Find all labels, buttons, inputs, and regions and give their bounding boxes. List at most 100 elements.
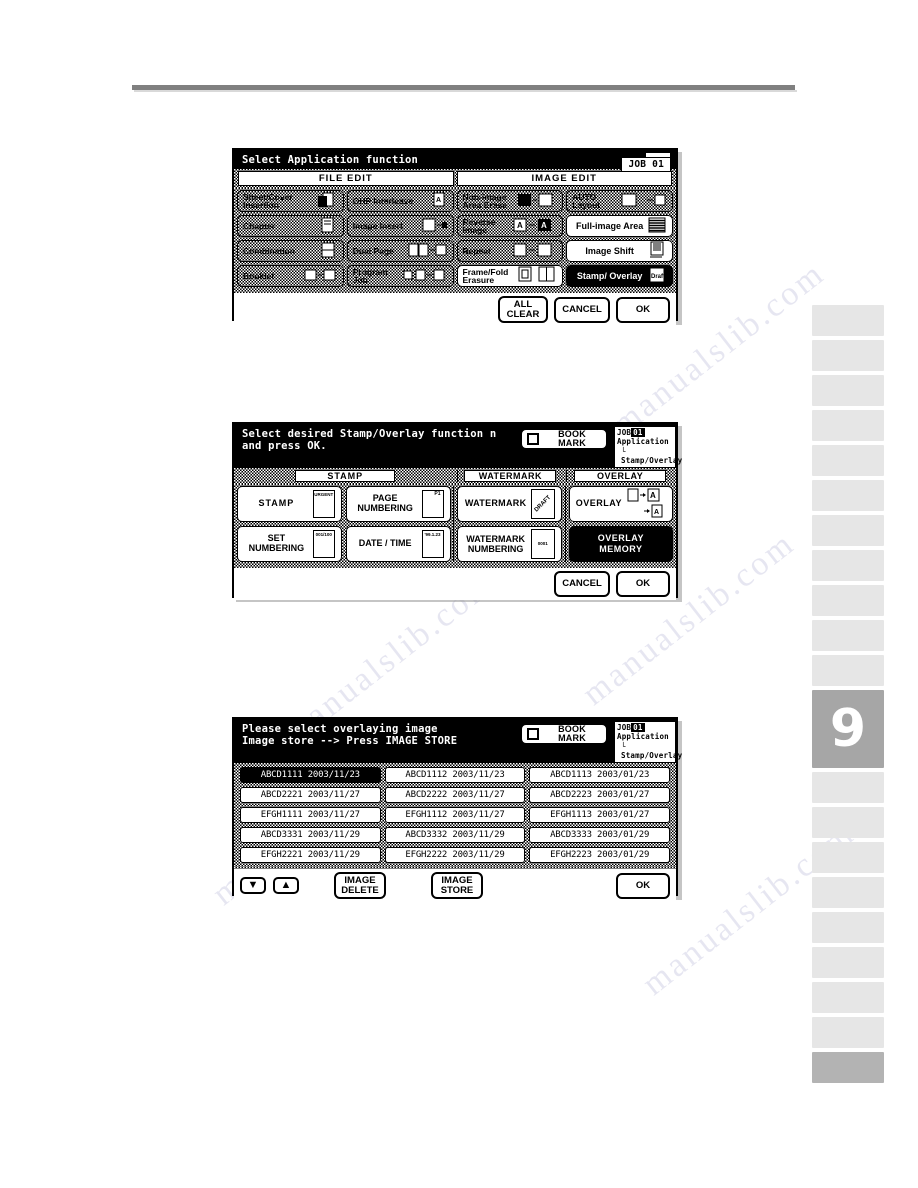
job-status-box: JOB 01 Application └ Stamp/Overlay (614, 426, 683, 468)
watermark-preview-card: DRAFT (530, 489, 555, 519)
chapter-button[interactable]: Chapter (237, 215, 344, 237)
booklet-icon (304, 267, 338, 285)
booklet-button[interactable]: Booklet (237, 265, 344, 287)
list-item[interactable]: ABCD2221 2003/11/27 (240, 787, 381, 803)
cancel-button[interactable]: CANCEL (554, 296, 610, 323)
chapter-tab (812, 375, 884, 406)
combination-button[interactable]: Combination (237, 240, 344, 262)
panel1-titlebar: Select Application function JOB 01 (234, 150, 676, 172)
button-label: SET NUMBERING (248, 533, 305, 553)
ok-button[interactable]: OK (616, 571, 670, 597)
list-item[interactable]: ABCD1113 2003/01/23 (529, 767, 670, 783)
ok-button[interactable]: OK (616, 872, 670, 899)
list-item[interactable]: ABCD3332 2003/11/29 (384, 827, 526, 843)
chapter-tab (812, 772, 884, 803)
list-item[interactable]: EFGH1112 2003/11/27 (384, 807, 526, 823)
tab-file-edit[interactable]: FILE EDIT (238, 171, 454, 186)
set-numbering-preview-card: 001/100 (312, 530, 335, 558)
watermark-button[interactable]: WATERMARK DRAFT (457, 486, 562, 522)
breadcrumb-line1: Application (617, 732, 669, 742)
ok-button[interactable]: OK (616, 296, 670, 323)
svg-text:A: A (654, 509, 659, 516)
svg-text:A: A (541, 221, 547, 230)
scroll-down-button[interactable]: ▼ (240, 877, 266, 895)
non-image-area-erase-button[interactable]: Non-image Area Erase (456, 190, 564, 212)
panel1-title: Select Application function (242, 154, 419, 166)
job-badge-number: 01 (631, 428, 645, 437)
sheet-cover-insertion-button[interactable]: Sheet/Cover Insertion (237, 190, 344, 212)
tab-overlay[interactable]: OVERLAY (574, 470, 667, 482)
list-item[interactable]: ABCD2223 2003/01/27 (529, 787, 670, 803)
image-delete-button[interactable]: IMAGE DELETE (334, 872, 386, 900)
tab-image-edit[interactable]: IMAGE EDIT (456, 171, 672, 186)
list-item[interactable]: EFGH2223 2003/01/29 (529, 847, 670, 863)
panel2-titlebar: Select desired Stamp/Overlay function n … (234, 424, 683, 468)
overlay-image-list: ABCD1111 2003/11/23 ABCD1112 2003/11/23 … (234, 763, 676, 867)
image-name: ABCD1111 (260, 770, 303, 780)
image-name: EFGH1111 (260, 810, 303, 820)
list-item[interactable]: ABCD1112 2003/11/23 (384, 767, 526, 783)
chapter-tab (812, 585, 884, 616)
list-item[interactable]: ABCD2222 2003/11/27 (384, 787, 526, 803)
svg-text:Draft: Draft (651, 274, 665, 280)
image-insert-button[interactable]: Image Insert (346, 215, 454, 237)
list-item[interactable]: ABCD3331 2003/11/29 (240, 827, 381, 843)
image-date: 2003/11/29 (307, 830, 360, 840)
ohp-icon: A (428, 192, 448, 210)
reverse-image-button[interactable]: Reverse Image AA (456, 215, 564, 237)
stamp-button[interactable]: STAMP URGENT (237, 486, 342, 522)
image-store-button[interactable]: IMAGE STORE (431, 872, 483, 900)
bookmark-label-line2: MARK (558, 438, 586, 448)
list-item[interactable]: EFGH2222 2003/11/29 (384, 847, 526, 863)
button-label: Booklet (243, 270, 275, 281)
button-label-line2: CLEAR (506, 308, 540, 320)
watermark-numbering-preview-card: 0001 (530, 529, 555, 559)
panel3-titlebar: Please select overlaying image Image sto… (234, 719, 683, 763)
bookmark-button[interactable]: BOOK MARK (520, 723, 608, 745)
set-numbering-button[interactable]: SET NUMBERING 001/100 (237, 526, 342, 562)
list-item[interactable]: EFGH1113 2003/01/27 (529, 807, 670, 823)
combination-icon (318, 242, 338, 260)
chapter-tab (812, 305, 884, 336)
image-shift-icon (647, 241, 667, 261)
list-item[interactable]: EFGH2221 2003/11/29 (240, 847, 381, 863)
panel3-footer: ▼ ▲ IMAGE DELETE IMAGE STORE OK (234, 869, 676, 903)
all-clear-button[interactable]: ALL CLEAR (498, 296, 548, 324)
stamp-overlay-button[interactable]: Stamp/ Overlay Draft (566, 265, 673, 287)
list-item[interactable]: EFGH1111 2003/11/27 (240, 807, 381, 823)
image-date: 2003/01/27 (597, 790, 650, 800)
tab-watermark[interactable]: WATERMARK (464, 470, 557, 482)
overlay-memory-button[interactable]: OVERLAY MEMORY (568, 526, 674, 562)
list-item[interactable]: ABCD3333 2003/01/29 (529, 827, 670, 843)
image-name: EFGH2222 (405, 850, 448, 860)
button-label: OHP Interleave (352, 195, 414, 206)
bookmark-button[interactable]: BOOK MARK (520, 428, 608, 450)
date-time-button[interactable]: DATE / TIME '99.1.23 (345, 526, 451, 562)
full-image-area-button[interactable]: Full-image Area (566, 215, 673, 237)
bookmark-checkbox[interactable] (527, 433, 539, 445)
auto-layout-button[interactable]: AUTO Layout (566, 190, 673, 212)
breadcrumb-line2: └ Stamp/Overlay (621, 741, 683, 761)
page-numbering-button[interactable]: PAGE NUMBERING P1 (345, 486, 451, 522)
scroll-up-button[interactable]: ▲ (273, 877, 299, 895)
dual-page-button[interactable]: Dual Page (346, 240, 454, 262)
ohp-interleave-button[interactable]: OHP Interleave A (346, 190, 454, 212)
tab-stamp[interactable]: STAMP (295, 470, 396, 482)
repeat-button[interactable]: Repeat (456, 240, 564, 262)
overlay-button[interactable]: OVERLAY A A (568, 486, 674, 522)
program-job-button[interactable]: Program Job (346, 265, 454, 287)
bookmark-checkbox[interactable] (527, 728, 539, 740)
chapter-icon (318, 217, 338, 235)
breadcrumb-line2: └ Stamp/Overlay (621, 446, 683, 466)
frame-fold-icon (517, 266, 557, 286)
watermark-numbering-button[interactable]: WATERMARK NUMBERING 0001 (457, 526, 562, 562)
panel2-footer: CANCEL OK (234, 568, 676, 600)
job-badge-prefix: JOB (617, 428, 632, 437)
svg-text:A: A (517, 221, 523, 230)
image-shift-button[interactable]: Image Shift (566, 240, 673, 262)
cancel-button[interactable]: CANCEL (554, 571, 610, 597)
button-label: Image Insert (352, 220, 403, 231)
frame-fold-erasure-button[interactable]: Frame/Fold Erasure (456, 265, 564, 287)
panel1-footer: ALL CLEAR CANCEL OK (234, 293, 676, 327)
list-item[interactable]: ABCD1111 2003/11/23 (240, 767, 381, 783)
